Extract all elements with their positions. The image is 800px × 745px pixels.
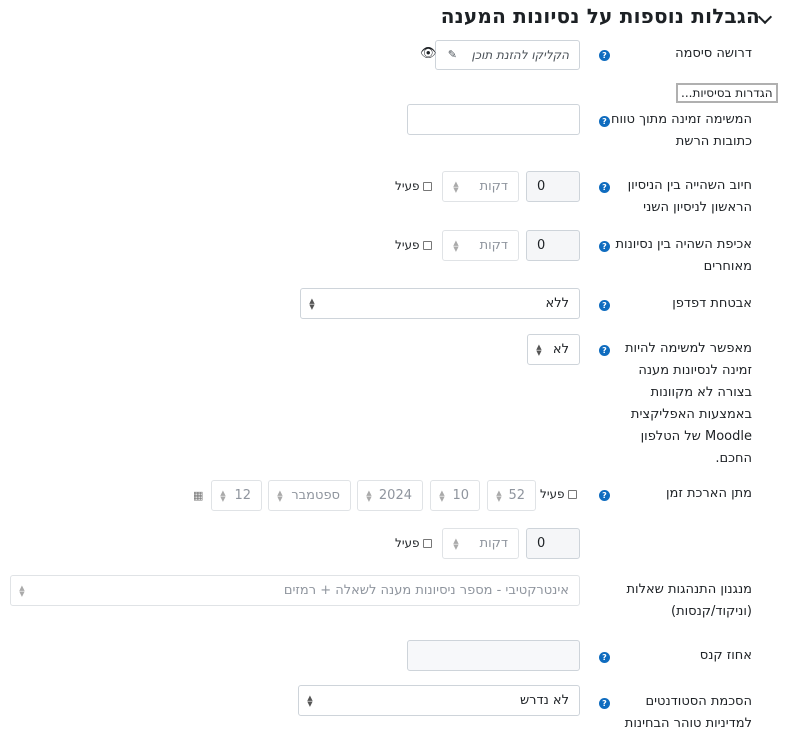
reveal-eye-icon[interactable]: 👁 [420,46,437,61]
select-arrows-icon: ▲ ▼ [453,238,459,253]
help-icon[interactable]: ? [599,698,610,709]
checkbox-box[interactable] [567,489,577,499]
help-icon[interactable]: ? [599,490,610,501]
penalty-label: אחוז קנס [699,648,752,663]
behaviour-label: מנגנון התנהגות שאלות (וניקוד/קנסות) [626,582,753,619]
extension-label: מתן הארכת זמן [666,486,752,501]
select-arrows-icon: ▲ ▼ [439,488,445,503]
select-arrows-icon: ▲ ▼ [496,488,502,503]
section-title[interactable]: הגבלות נוספות על נסיונות המענה [441,4,760,28]
select-arrows-icon: ▲ ▼ [19,583,25,598]
select-arrows-icon: ▲ ▼ [309,296,315,311]
help-icon[interactable]: ? [599,300,610,311]
select-arrows-icon: ▲ ▼ [307,693,313,708]
moodle-app-select[interactable]: לא ▲ ▼ [527,334,580,365]
select-arrows-icon: ▲ ▼ [453,179,459,194]
extension-year-select[interactable]: 2024 ▲ ▼ [357,480,423,511]
checkbox-box[interactable] [422,181,432,191]
calendar-icon[interactable]: ▦ [193,489,203,502]
extension-duration-enable-checkbox[interactable]: פעיל [395,536,432,550]
help-icon[interactable]: ? [599,116,610,127]
checkbox-box[interactable] [422,240,432,250]
select-arrows-icon: ▲ ▼ [366,488,372,503]
checkbox-box[interactable] [422,538,432,548]
help-icon[interactable]: ? [599,241,610,252]
help-icon[interactable]: ? [599,652,610,663]
select-arrows-icon: ▲ ▼ [220,488,226,503]
browser-security-select[interactable]: ללא ▲ ▼ [300,288,580,319]
select-arrows-icon: ▲ ▼ [453,536,459,551]
collapse-chevron-icon[interactable] [757,9,773,25]
browser-security-label: אבטחת דפדפן [672,296,752,311]
password-field[interactable]: הקליקו להזנת תוכן ✎ [435,40,580,70]
behaviour-select[interactable]: אינטרקטיבי - מספר ניסיונות מענה לשאלה + … [10,575,580,606]
moodle-app-label: מאפשר למשימה להיות זמינה לנסיונות מענה ב… [625,341,752,466]
extension-minute-select[interactable]: 52 ▲ ▼ [487,480,536,511]
extension-enable-checkbox[interactable]: פעיל [540,487,577,501]
help-icon[interactable]: ? [599,50,610,61]
extension-unit-select[interactable]: דקות ▲ ▼ [442,528,519,559]
delay2-unit-select[interactable]: דקות ▲ ▼ [442,230,519,261]
network-label: המשימה זמינה מתוך טווח כתובות הרשת [610,112,752,149]
extension-month-select[interactable]: ספטמבר ▲ ▼ [268,480,351,511]
consent-label: הסכמת הסטודנטים למדיניות טוהר הבחינות [624,694,752,731]
basic-settings-button[interactable]: הגדרות בסיסיות... [676,83,778,103]
delay2-number-input[interactable]: 0 [526,230,580,261]
extension-hour-select[interactable]: 10 ▲ ▼ [430,480,480,511]
extension-day-select[interactable]: 12 ▲ ▼ [211,480,262,511]
password-placeholder: הקליקו להזנת תוכן [471,48,569,62]
help-icon[interactable]: ? [599,345,610,356]
delay1-enable-checkbox[interactable]: פעיל [395,179,432,193]
password-label: דרושה סיסמה [675,46,752,61]
delay1-number-input[interactable]: 0 [526,171,580,202]
penalty-input[interactable] [407,640,580,671]
pencil-icon: ✎ [447,48,457,61]
delay1-label: חיוב השהייה בין הניסיון הראשון לניסיון ה… [627,178,752,215]
delay2-enable-checkbox[interactable]: פעיל [395,238,432,252]
consent-select[interactable]: לא נדרש ▲ ▼ [298,685,580,716]
delay1-unit-select[interactable]: דקות ▲ ▼ [442,171,519,202]
delay2-label: אכיפת השהיה בין נסיונות מאוחרים [615,237,752,274]
select-arrows-icon: ▲ ▼ [277,488,283,503]
help-icon[interactable]: ? [599,182,610,193]
select-arrows-icon: ▲ ▼ [536,342,542,357]
extension-number-input[interactable]: 0 [526,528,580,559]
network-input[interactable] [407,104,580,135]
